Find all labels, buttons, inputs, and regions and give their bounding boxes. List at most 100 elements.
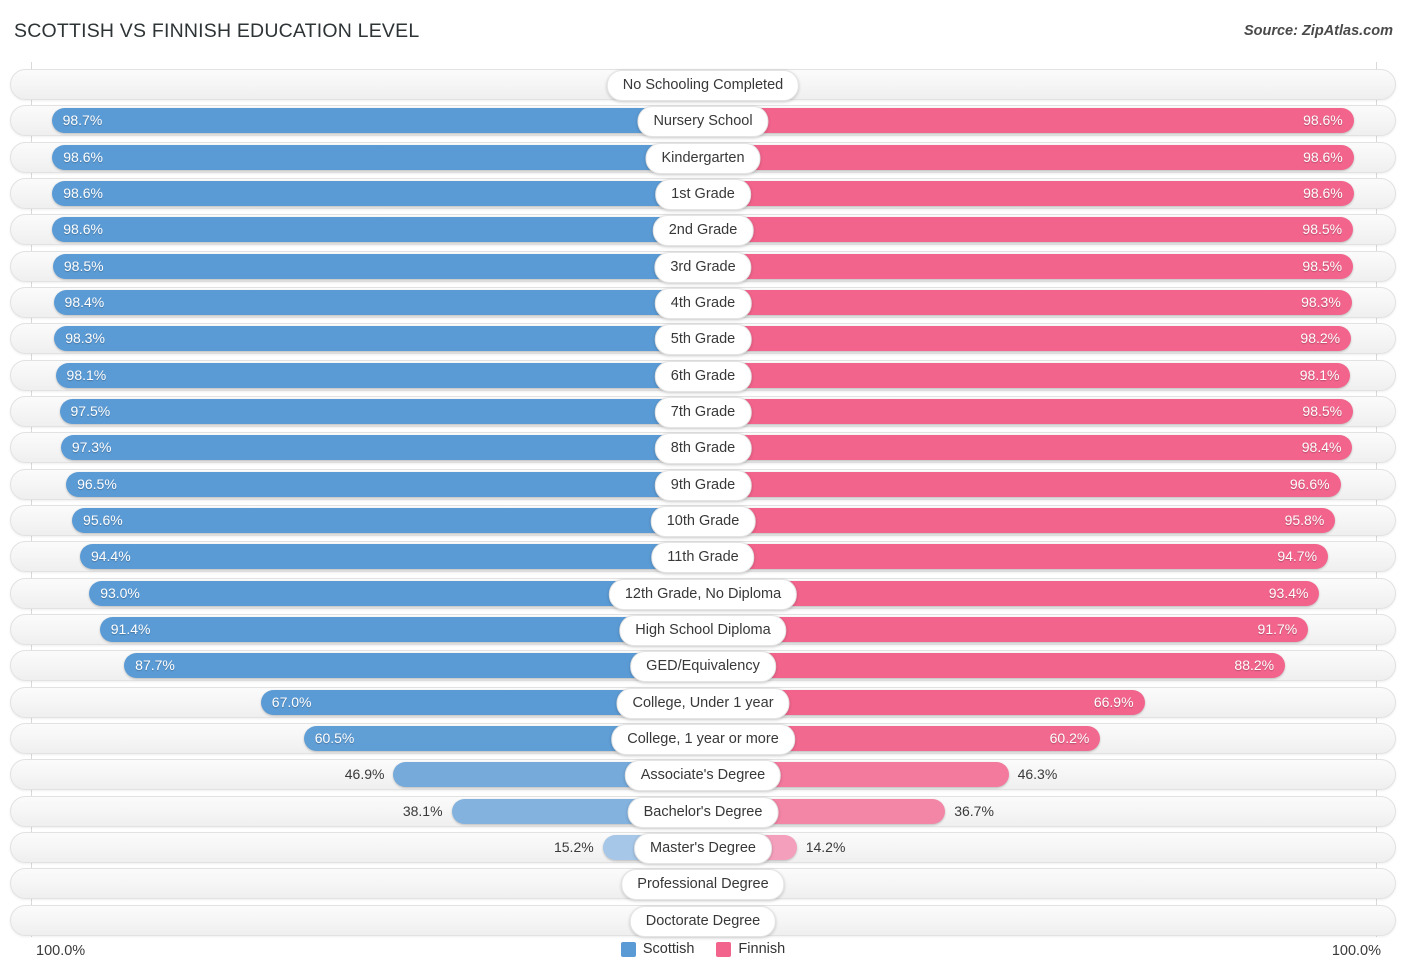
- bar-value-scottish: 87.7%: [135, 657, 175, 674]
- bar-value-scottish: 15.2%: [553, 838, 594, 855]
- bar-value-finnish: 98.6%: [1303, 148, 1343, 165]
- bar-value-finnish: 98.4%: [1301, 439, 1342, 456]
- bar-scottish: [52, 144, 703, 170]
- bar-value-finnish: 60.2%: [1049, 729, 1090, 746]
- bar-value-scottish: 91.4%: [110, 620, 151, 637]
- category-label-pill: 2nd Grade: [652, 215, 754, 247]
- category-label-pill: 8th Grade: [654, 433, 752, 465]
- bar-value-finnish: 36.7%: [954, 802, 994, 819]
- bar-row: 15.2% 14.2% Master's Degree: [10, 831, 1396, 864]
- bar-scottish: [53, 289, 703, 315]
- category-label-pill: 12th Grade, No Diploma: [608, 578, 798, 610]
- bar-scottish: [54, 326, 703, 352]
- bar-finnish: [703, 471, 1341, 497]
- bar-row: 98.7% 98.6% Nursery School: [10, 105, 1396, 138]
- bar-row: 93.0% 93.4% 12th Grade, No Diploma: [10, 577, 1396, 610]
- bar-scottish: [72, 507, 703, 533]
- bar-row: 91.4% 91.7% High School Diploma: [10, 613, 1396, 646]
- bar-value-scottish: 46.9%: [344, 766, 385, 783]
- category-label-pill: College, 1 year or more: [611, 723, 795, 755]
- bar-scottish: [124, 653, 703, 679]
- bar-finnish: [703, 362, 1351, 388]
- bar-finnish: [703, 398, 1354, 424]
- bar-row: 98.5% 98.5% 3rd Grade: [10, 250, 1396, 283]
- category-label-pill: 6th Grade: [654, 360, 752, 392]
- bar-row: 4.6%4.2%Professional Degree: [10, 868, 1396, 901]
- category-label-pill: Associate's Degree: [624, 760, 782, 792]
- bar-value-scottish: 98.7%: [62, 112, 103, 129]
- chart-plot-area: 1.4%1.5%No Schooling Completed 98.7% 98.6%…: [0, 62, 1406, 937]
- bar-value-finnish: 98.2%: [1300, 330, 1341, 347]
- bar-value-scottish: 93.0%: [100, 584, 140, 601]
- bar-scottish: [60, 435, 703, 461]
- bar-value-scottish: 98.5%: [63, 257, 104, 274]
- bar-row: 97.3% 98.4% 8th Grade: [10, 432, 1396, 465]
- bar-finnish: [703, 289, 1352, 315]
- category-label-pill: GED/Equivalency: [630, 651, 776, 683]
- bar-value-finnish: 46.3%: [1017, 766, 1058, 783]
- bar-scottish: [52, 180, 703, 206]
- bar-scottish: [99, 616, 703, 642]
- legend-item: Finnish: [716, 941, 785, 957]
- category-label-pill: 5th Grade: [654, 324, 752, 356]
- bar-row: 97.5% 98.5% 7th Grade: [10, 395, 1396, 428]
- bar-finnish: [703, 326, 1352, 352]
- bar-row: 98.1% 98.1% 6th Grade: [10, 359, 1396, 392]
- bar-value-finnish: 14.2%: [805, 838, 846, 855]
- bar-value-finnish: 98.5%: [1302, 221, 1343, 238]
- category-label-pill: 7th Grade: [654, 396, 752, 428]
- bar-row: 94.4% 94.7% 11th Grade: [10, 541, 1396, 574]
- legend-label: Scottish: [642, 941, 695, 957]
- bar-value-finnish: 94.7%: [1277, 548, 1318, 565]
- bar-value-finnish: 95.8%: [1284, 511, 1325, 528]
- bar-value-scottish: 98.6%: [63, 221, 103, 238]
- bar-scottish: [55, 362, 703, 388]
- bar-finnish: [703, 144, 1354, 170]
- bar-scottish: [52, 253, 703, 279]
- bar-scottish: [51, 108, 703, 134]
- bar-scottish: [59, 398, 703, 424]
- bar-row: 1.4%1.5%No Schooling Completed: [10, 69, 1396, 101]
- bar-value-scottish: 95.6%: [83, 511, 123, 528]
- bar-value-scottish: 96.5%: [77, 475, 117, 492]
- bar-row: 46.9% 46.3% Associate's Degree: [10, 759, 1396, 792]
- bar-value-finnish: 66.9%: [1093, 693, 1134, 710]
- category-label-pill: 10th Grade: [650, 505, 756, 537]
- bar-value-scottish: 60.5%: [314, 729, 355, 746]
- category-label-pill: 1st Grade: [655, 178, 751, 210]
- bar-scottish: [52, 217, 703, 243]
- bar-finnish: [703, 544, 1329, 570]
- bar-value-scottish: 38.1%: [402, 802, 443, 819]
- legend-swatch-icon: [620, 941, 636, 957]
- bar-row: 98.6% 98.6% Kindergarten: [10, 141, 1396, 174]
- bar-row: 98.4% 98.3% 4th Grade: [10, 286, 1396, 319]
- bar-value-finnish: 91.7%: [1257, 620, 1298, 637]
- bar-value-scottish: 67.0%: [271, 693, 312, 710]
- bar-row: 87.7% 88.2% GED/Equivalency: [10, 650, 1396, 683]
- bar-value-finnish: 98.6%: [1303, 184, 1343, 201]
- legend-swatch-icon: [716, 941, 732, 957]
- bar-row: 67.0% 66.9% College, Under 1 year: [10, 686, 1396, 719]
- bar-value-finnish: 98.5%: [1302, 257, 1343, 274]
- category-label-pill: Professional Degree: [621, 869, 785, 901]
- bar-row: 98.3% 98.2% 5th Grade: [10, 323, 1396, 356]
- chart-header: SCOTTISH VS FINNISH EDUCATION LEVEL Sour…: [0, 0, 1406, 62]
- chart-footer: 100.0% 100.0% Scottish Finnish: [0, 937, 1406, 975]
- bar-row: 60.5% 60.2% College, 1 year or more: [10, 722, 1396, 755]
- category-label-pill: Master's Degree: [634, 832, 772, 864]
- chart-legend: Scottish Finnish: [0, 941, 1406, 957]
- source-attribution: Source: ZipAtlas.com: [1243, 23, 1393, 39]
- bar-row: 98.6% 98.6% 1st Grade: [10, 177, 1396, 210]
- bar-row: 38.1% 36.7% Bachelor's Degree: [10, 795, 1396, 828]
- category-label-pill: Doctorate Degree: [629, 905, 777, 937]
- bar-value-scottish: 94.4%: [90, 548, 131, 565]
- category-label-pill: Kindergarten: [645, 142, 761, 174]
- bar-finnish: [703, 217, 1354, 243]
- bar-finnish: [703, 435, 1353, 461]
- bar-value-scottish: 98.1%: [66, 366, 107, 383]
- bar-row: 95.6% 95.8% 10th Grade: [10, 504, 1396, 537]
- bar-value-scottish: 98.6%: [63, 184, 103, 201]
- category-label-pill: 9th Grade: [654, 469, 752, 501]
- bar-scottish: [79, 544, 703, 570]
- bar-scottish: [66, 471, 703, 497]
